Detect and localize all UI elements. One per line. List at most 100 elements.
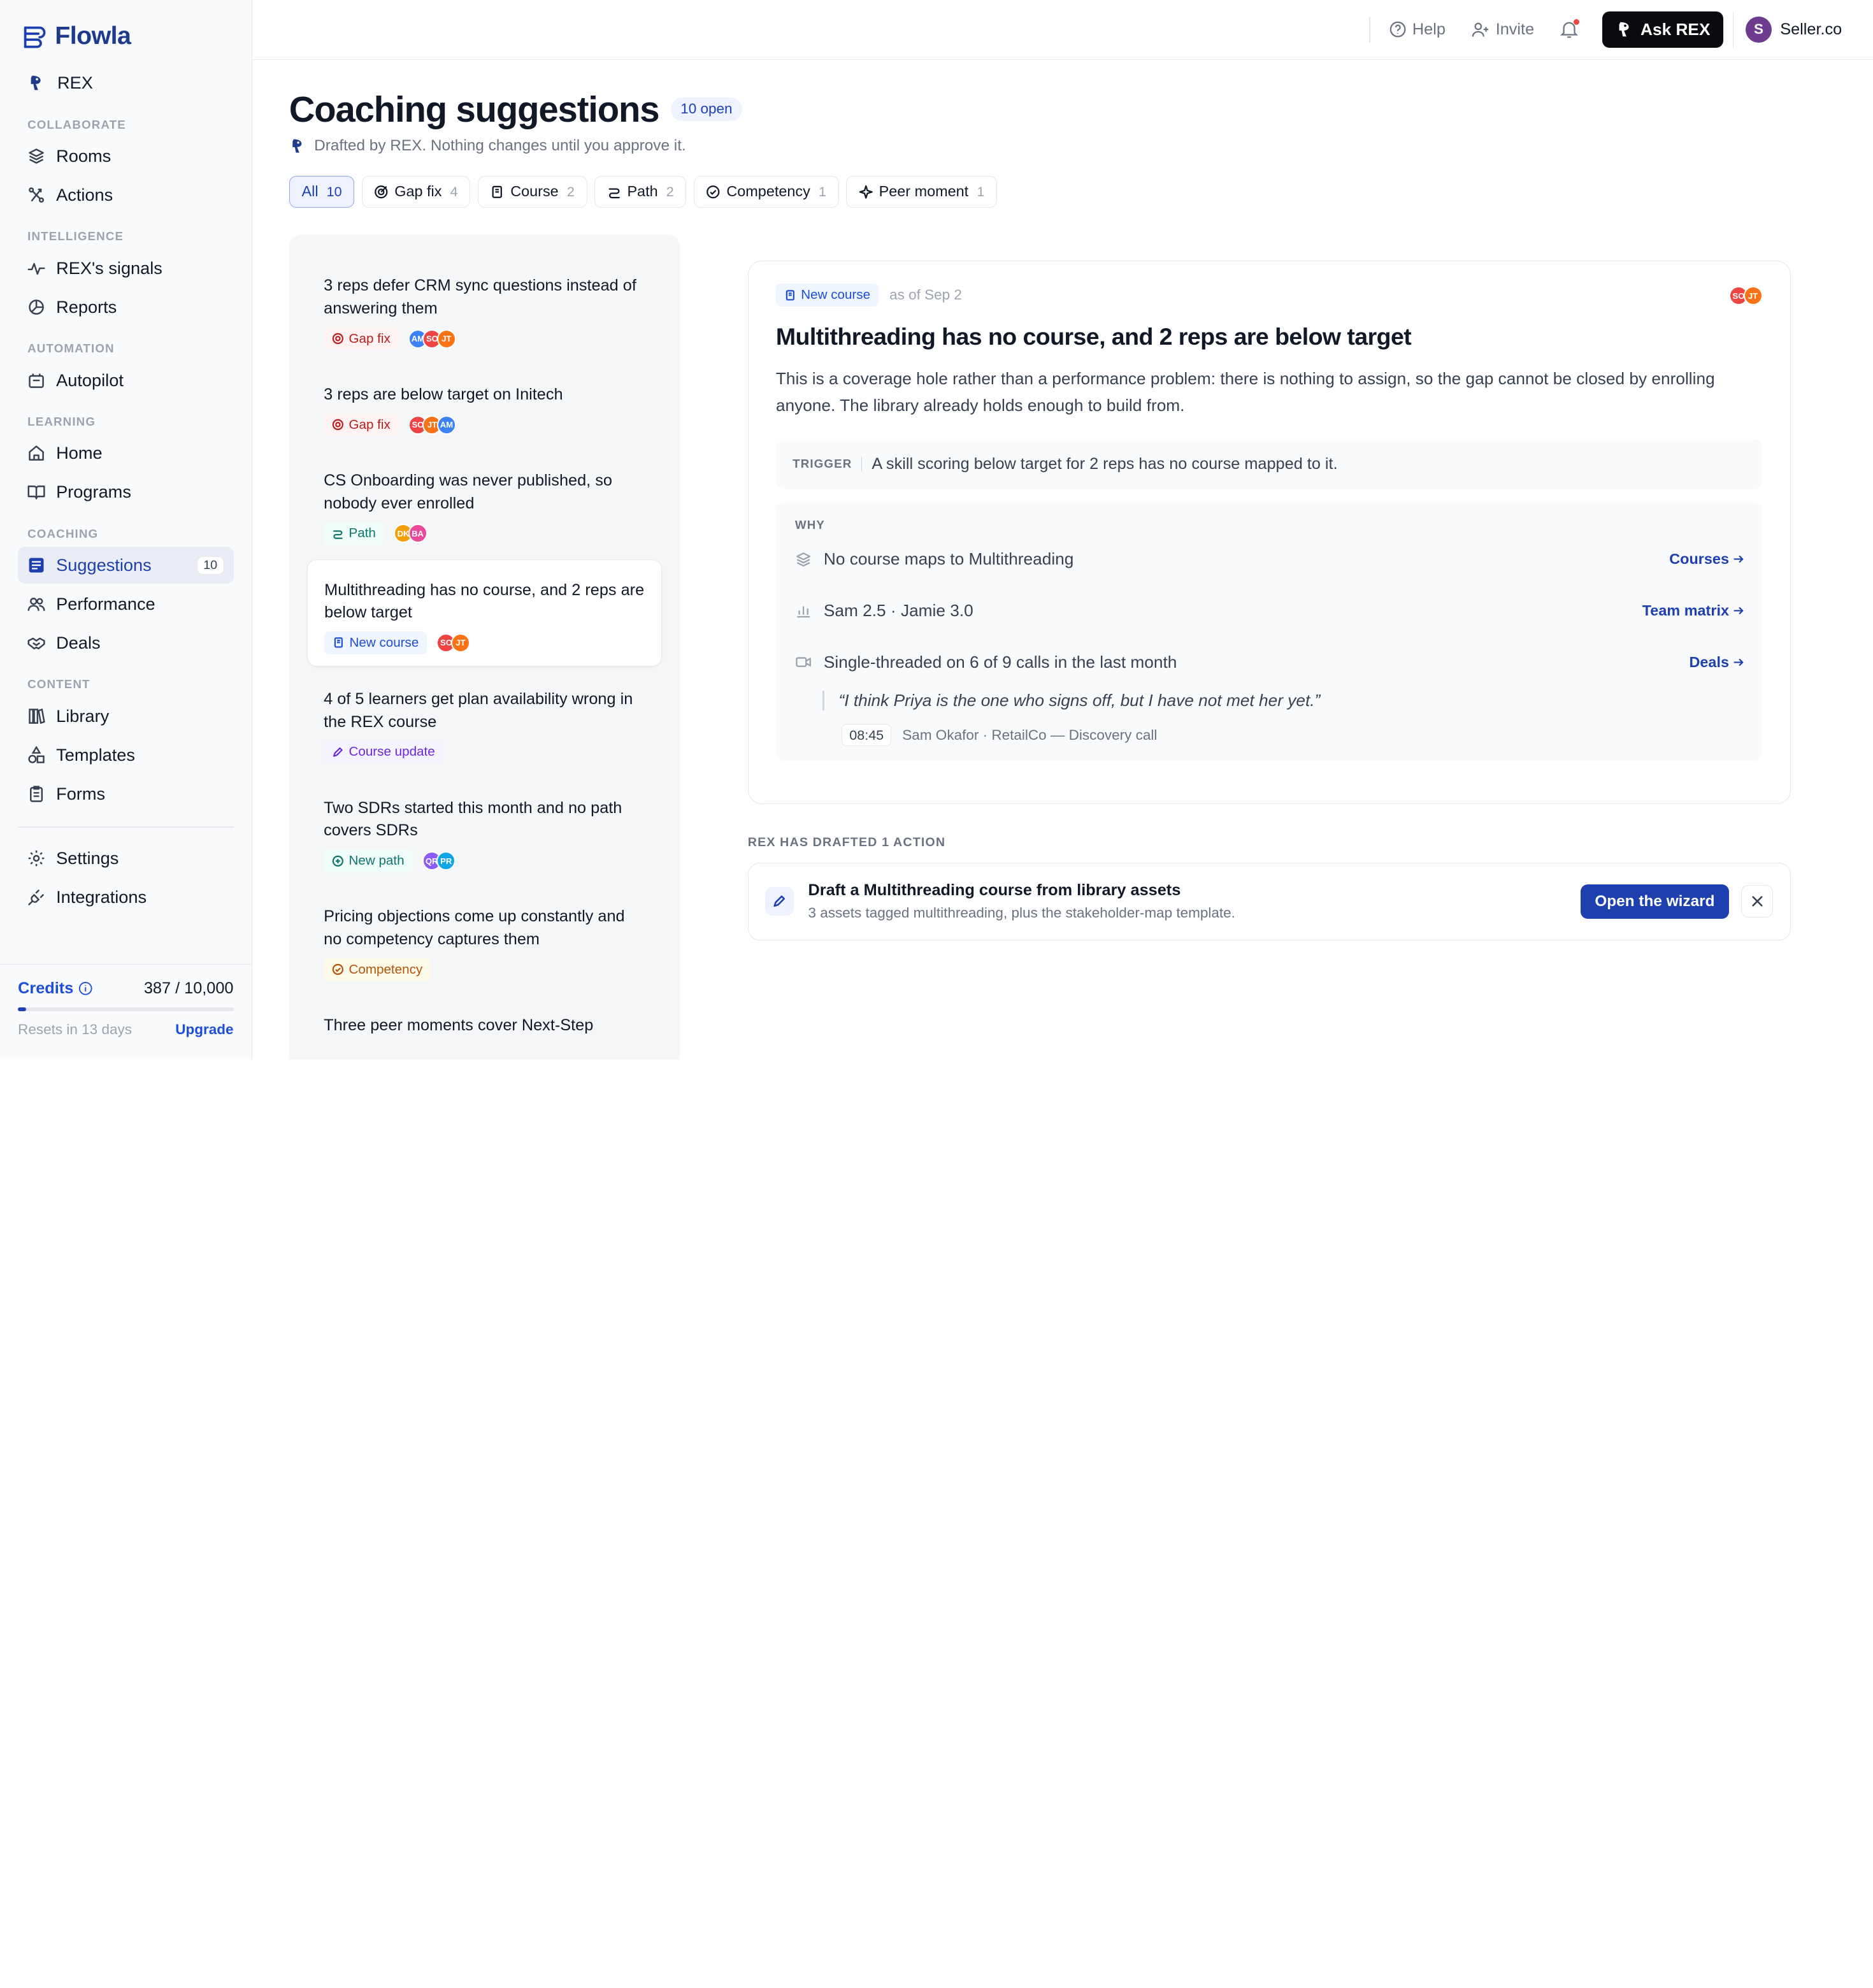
filter-course[interactable]: Course 2 bbox=[477, 175, 587, 208]
filter-gap-fix[interactable]: Gap fix 4 bbox=[361, 175, 471, 208]
filter-peer-moment[interactable]: Peer moment 1 bbox=[845, 175, 998, 208]
filter-count: 1 bbox=[818, 183, 826, 199]
detail-date: as of Sep 2 bbox=[889, 287, 962, 303]
sidebar-item-label: Suggestions bbox=[56, 555, 152, 575]
suggestion-title: 3 reps defer CRM sync questions instead … bbox=[324, 277, 636, 317]
rex-icon bbox=[1619, 22, 1629, 37]
courses-link[interactable]: Courses bbox=[1669, 551, 1744, 568]
suggestion-tag: New course bbox=[324, 631, 427, 654]
credits-value: 387 / 10,000 bbox=[143, 979, 234, 997]
suggestion-title: 3 reps are below target on Initech bbox=[324, 385, 563, 403]
credits-progress-fill bbox=[18, 1007, 27, 1011]
route-icon bbox=[608, 188, 620, 198]
suggestion-title: Pricing objections come up constantly an… bbox=[324, 907, 625, 948]
book-icon bbox=[492, 185, 503, 198]
pulse-icon bbox=[27, 263, 45, 275]
sidebar-item-rex[interactable]: REX bbox=[18, 64, 233, 101]
suggestion-tag: New path bbox=[324, 849, 413, 872]
pie-chart-icon bbox=[29, 299, 44, 315]
sidebar-item-home[interactable]: Home bbox=[18, 435, 233, 472]
pencil-icon bbox=[773, 895, 786, 907]
org-name: Seller.co bbox=[1780, 20, 1842, 38]
section-automation: AUTOMATION bbox=[27, 342, 115, 356]
suggestions-icon bbox=[29, 558, 44, 573]
filter-competency[interactable]: Competency 1 bbox=[693, 175, 839, 208]
logo[interactable]: Flowla bbox=[0, 0, 252, 53]
suggestion-card-selected[interactable]: Multithreading has no course, and 2 reps… bbox=[306, 559, 662, 667]
upgrade-link[interactable]: Upgrade bbox=[175, 1021, 233, 1038]
sidebar-divider bbox=[18, 826, 234, 828]
suggestion-card[interactable]: CS Onboarding was never published, so no… bbox=[307, 450, 662, 557]
layers-icon bbox=[29, 148, 44, 164]
sidebar-item-label: Home bbox=[56, 443, 103, 463]
why-item: No course maps to Multithreading Courses bbox=[795, 549, 1744, 569]
book-open-icon bbox=[27, 486, 45, 500]
avatar: JT bbox=[1743, 286, 1763, 306]
deals-link[interactable]: Deals bbox=[1689, 654, 1744, 671]
close-icon bbox=[1752, 896, 1763, 907]
sidebar-item-suggestions[interactable]: Suggestions 10 bbox=[18, 547, 234, 584]
filter-count: 2 bbox=[566, 183, 575, 199]
sidebar-item-label: Deals bbox=[56, 633, 101, 653]
suggestion-card[interactable]: 4 of 5 learners get plan availability wr… bbox=[307, 669, 662, 775]
sidebar-item-label: Library bbox=[56, 705, 110, 726]
suggestions-count-badge: 10 bbox=[196, 556, 224, 575]
topbar: Help Invite Ask REX S Seller.co bbox=[252, 0, 1873, 60]
org-switcher[interactable]: S Seller.co bbox=[1733, 11, 1842, 48]
sidebar-item-library[interactable]: Library bbox=[18, 698, 233, 735]
suggestion-card[interactable]: Two SDRs started this month and no path … bbox=[307, 778, 662, 884]
suggestion-card[interactable]: Pricing objections come up constantly an… bbox=[307, 886, 662, 993]
open-wizard-button[interactable]: Open the wizard bbox=[1580, 884, 1729, 919]
sidebar-item-actions[interactable]: Actions bbox=[18, 176, 233, 213]
suggestion-list: 3 reps defer CRM sync questions instead … bbox=[289, 234, 680, 1060]
trigger-label: TRIGGER bbox=[793, 457, 863, 472]
user-plus-icon bbox=[1472, 22, 1489, 37]
suggestion-tag-label: Gap fix bbox=[348, 331, 391, 346]
sidebar-item-label: Autopilot bbox=[56, 370, 124, 390]
sidebar-item-deals[interactable]: Deals bbox=[18, 624, 233, 661]
arrow-right-icon bbox=[1733, 658, 1744, 666]
filter-label: Path bbox=[627, 183, 658, 200]
sidebar-item-integrations[interactable]: Integrations bbox=[18, 879, 233, 916]
sidebar-item-rooms[interactable]: Rooms bbox=[18, 138, 233, 175]
sidebar-item-forms[interactable]: Forms bbox=[18, 775, 233, 812]
invite-button[interactable]: Invite bbox=[1472, 20, 1534, 39]
ask-rex-button[interactable]: Ask REX bbox=[1602, 11, 1724, 48]
suggestion-card[interactable]: Three peer moments cover Next-Step bbox=[307, 995, 662, 1049]
app-root: Flowla REX COLLABORATE Rooms Actions INT… bbox=[0, 0, 1873, 1060]
sidebar-item-label: Programs bbox=[56, 482, 131, 502]
arrow-right-icon bbox=[1733, 607, 1744, 615]
action-subtitle: 3 assets tagged multithreading, plus the… bbox=[808, 904, 1235, 921]
notification-dot bbox=[1574, 18, 1580, 25]
sidebar-item-signals[interactable]: REX's signals bbox=[18, 250, 233, 287]
sidebar-item-templates[interactable]: Templates bbox=[18, 737, 233, 774]
call-timestamp[interactable]: 08:45 bbox=[842, 723, 892, 747]
target-icon bbox=[333, 333, 344, 345]
sidebar-item-reports[interactable]: Reports bbox=[18, 289, 233, 326]
filter-path[interactable]: Path 2 bbox=[594, 175, 687, 208]
filter-label: Competency bbox=[726, 183, 810, 200]
sidebar-item-autopilot[interactable]: Autopilot bbox=[18, 362, 233, 399]
suggestion-card[interactable]: 3 reps defer CRM sync questions instead … bbox=[307, 256, 662, 362]
credits-panel: Credits 387 / 10,000 Resets in 13 days U… bbox=[0, 964, 252, 1060]
link-label: Courses bbox=[1669, 551, 1729, 568]
notifications-button[interactable] bbox=[1560, 18, 1580, 39]
team-matrix-link[interactable]: Team matrix bbox=[1642, 602, 1744, 619]
sidebar-item-settings[interactable]: Settings bbox=[18, 840, 233, 877]
credits-label[interactable]: Credits bbox=[18, 979, 92, 998]
filter-count: 4 bbox=[450, 183, 458, 199]
page-subtitle: Drafted by REX. Nothing changes until yo… bbox=[314, 137, 686, 155]
section-coaching: COACHING bbox=[27, 526, 99, 540]
library-icon bbox=[29, 708, 45, 724]
sidebar-item-programs[interactable]: Programs bbox=[18, 473, 233, 510]
section-learning: LEARNING bbox=[27, 415, 96, 428]
book-icon bbox=[786, 290, 794, 301]
sidebar-item-label: Actions bbox=[56, 185, 113, 205]
dismiss-action-button[interactable] bbox=[1740, 885, 1774, 918]
sidebar-item-performance[interactable]: Performance bbox=[18, 586, 233, 623]
topbar-divider bbox=[1369, 16, 1371, 43]
help-button[interactable]: Help bbox=[1389, 20, 1446, 39]
filter-all[interactable]: All 10 bbox=[289, 175, 355, 208]
why-text: Single-threaded on 6 of 9 calls in the l… bbox=[823, 652, 1177, 672]
suggestion-card[interactable]: 3 reps are below target on Initech Gap f… bbox=[307, 364, 662, 448]
